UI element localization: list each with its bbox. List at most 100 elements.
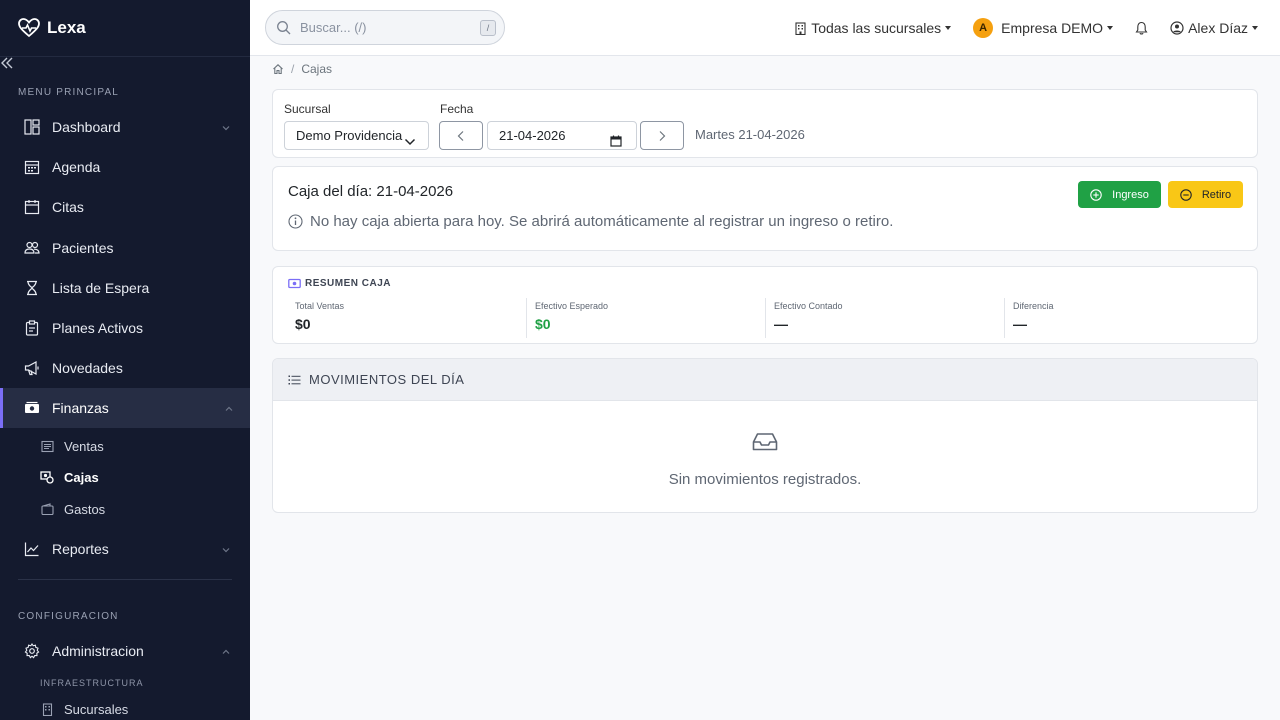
branch-selector-label: Todas las sucursales [811, 20, 942, 36]
ingreso-button[interactable]: Ingreso [1078, 181, 1161, 208]
caja-info-text: No hay caja abierta para hoy. Se abrirá … [310, 213, 894, 230]
company-selector-label: Empresa DEMO [1001, 20, 1104, 36]
receipt-icon [40, 439, 54, 453]
notifications-button[interactable] [1135, 21, 1148, 35]
section-label-config: CONFIGURACION [18, 611, 119, 622]
inbox-icon [752, 432, 778, 454]
sidebar-subitem-label: Sucursales [64, 701, 129, 717]
stat-value: — [1013, 316, 1027, 332]
heart-pulse-icon [18, 17, 40, 39]
sidebar-item-label: Dashboard [52, 119, 121, 135]
people-icon [24, 240, 40, 256]
sidebar-subitem-ventas[interactable]: Ventas [0, 431, 250, 461]
empty-state-text: Sin movimientos registrados. [668, 471, 862, 488]
search-input[interactable]: Buscar... (/) / [265, 10, 505, 45]
sidebar-item-administracion[interactable]: Administracion [0, 631, 250, 671]
resumen-card: RESUMEN CAJA Total Ventas $0 Efectivo Es… [272, 266, 1258, 344]
date-input[interactable]: 21-04-2026 [487, 121, 637, 150]
stat-total-ventas: Total Ventas $0 [287, 298, 527, 338]
topbar: Buscar... (/) / Todas las sucursales A E… [250, 0, 1280, 56]
chevron-down-icon [220, 121, 232, 133]
sidebar-item-label: Agenda [52, 159, 101, 175]
sidebar-subitem-cajas[interactable]: Cajas [0, 462, 250, 492]
sidebar-subitem-sucursales[interactable]: Sucursales [0, 694, 250, 720]
stat-diferencia: Diferencia — [1004, 298, 1244, 338]
caret-down-icon [1107, 26, 1114, 30]
movimientos-header: MOVIMIENTOS DEL DÍA [273, 359, 1257, 401]
sidebar-subitem-gastos[interactable]: Gastos [0, 494, 250, 524]
sidebar: Lexa MENU PRINCIPAL Dashboard Agenda Cit… [0, 0, 250, 720]
sidebar-item-label: Lista de Espera [52, 280, 150, 296]
sidebar-item-label: Pacientes [52, 240, 114, 256]
date-input-value: 21-04-2026 [499, 128, 566, 143]
stat-label: Efectivo Esperado [535, 301, 609, 311]
calendar-icon [24, 159, 40, 175]
breadcrumb-current: Cajas [301, 62, 333, 76]
user-menu[interactable]: Alex Díaz [1170, 20, 1258, 36]
sucursal-select[interactable]: Demo Providencia [284, 121, 429, 150]
sidebar-subitem-label: Ventas [64, 438, 104, 454]
sidebar-item-planes-activos[interactable]: Planes Activos [0, 308, 250, 348]
chevron-up-icon [220, 645, 232, 657]
sidebar-item-dashboard[interactable]: Dashboard [0, 107, 250, 147]
sidebar-item-agenda[interactable]: Agenda [0, 147, 250, 187]
sidebar-item-label: Novedades [52, 360, 123, 376]
wallet-icon [40, 502, 54, 516]
breadcrumb-separator: / [291, 62, 295, 76]
dashboard-icon [24, 119, 40, 135]
chevron-down-icon [404, 130, 416, 146]
next-day-button[interactable] [640, 121, 684, 150]
sidebar-divider [0, 56, 250, 57]
home-icon[interactable] [272, 63, 284, 75]
stat-efectivo-esperado: Efectivo Esperado $0 [526, 298, 766, 338]
sucursal-select-value: Demo Providencia [296, 128, 403, 143]
sidebar-item-label: Citas [52, 199, 84, 215]
movimientos-title: MOVIMIENTOS DEL DÍA [309, 372, 465, 387]
chart-line-icon [24, 541, 40, 557]
chevron-right-icon [657, 130, 667, 142]
sidebar-item-novedades[interactable]: Novedades [0, 348, 250, 388]
filter-card: Sucursal Demo Providencia Fecha 21-04-20… [272, 89, 1258, 158]
bell-icon [1135, 21, 1148, 35]
sidebar-divider [18, 579, 232, 580]
sidebar-subitem-label: Gastos [64, 501, 106, 517]
prev-day-button[interactable] [439, 121, 483, 150]
brand[interactable]: Lexa [0, 0, 250, 56]
sidebar-item-finanzas[interactable]: Finanzas [0, 388, 250, 428]
user-circle-icon [1170, 21, 1184, 35]
branch-selector[interactable]: Todas las sucursales [795, 20, 952, 36]
calendar-check-icon [24, 199, 40, 215]
sidebar-item-reportes[interactable]: Reportes [0, 529, 250, 569]
caret-down-icon [1252, 26, 1258, 30]
list-icon [288, 374, 301, 386]
company-avatar: A [973, 18, 994, 38]
building-icon [795, 21, 806, 35]
sidebar-item-lista-espera[interactable]: Lista de Espera [0, 268, 250, 308]
chevron-up-icon [223, 402, 235, 414]
stat-label: Total Ventas [295, 301, 345, 311]
collapse-sidebar-icon[interactable] [0, 57, 14, 74]
resumen-title-text: RESUMEN CAJA [305, 278, 392, 289]
megaphone-icon [24, 360, 40, 376]
hourglass-icon [24, 280, 40, 296]
sidebar-item-citas[interactable]: Citas [0, 187, 250, 227]
section-label-infraestructura: INFRAESTRUCTURA [40, 678, 144, 688]
building-icon [40, 702, 54, 716]
fecha-label: Fecha [440, 102, 474, 116]
cash-register-icon [40, 470, 54, 484]
sidebar-item-label: Reportes [52, 541, 109, 557]
calendar-icon[interactable] [610, 129, 622, 147]
breadcrumb: / Cajas [272, 62, 332, 76]
stat-label: Diferencia [1013, 301, 1054, 311]
caja-title: Caja del día: 21-04-2026 [288, 183, 454, 200]
sidebar-item-pacientes[interactable]: Pacientes [0, 228, 250, 268]
ingreso-button-label: Ingreso [1112, 188, 1149, 201]
section-label-main: MENU PRINCIPAL [18, 87, 120, 98]
info-circle-icon [288, 214, 303, 229]
retiro-button[interactable]: Retiro [1168, 181, 1243, 208]
retiro-button-label: Retiro [1201, 188, 1232, 201]
clipboard-icon [24, 320, 40, 336]
user-name: Alex Díaz [1188, 20, 1248, 36]
company-selector[interactable]: A Empresa DEMO [973, 18, 1114, 38]
sidebar-item-label: Finanzas [52, 400, 109, 416]
